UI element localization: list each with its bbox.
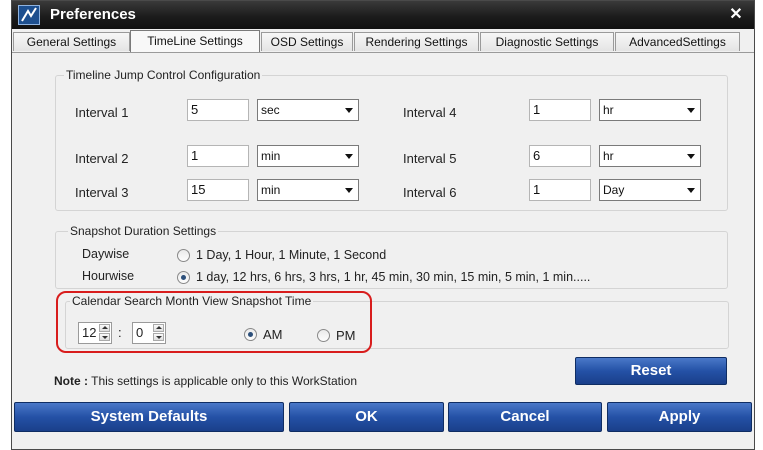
tab-rendering-settings[interactable]: Rendering Settings [354,32,479,51]
daywise-radio-button[interactable] [177,248,190,262]
hourwise-option-text: 1 day, 12 hrs, 6 hrs, 3 hrs, 1 hr, 45 mi… [196,270,591,284]
interval-1-label: Interval 1 [75,105,129,120]
chevron-down-icon [687,154,695,159]
jump-control-legend: Timeline Jump Control Configuration [64,68,263,82]
system-defaults-button[interactable]: System Defaults [14,402,284,432]
interval-5-unit-value: hr [603,149,614,163]
hourwise-radio-button[interactable] [177,270,190,284]
title-bar[interactable]: Preferences ✕ [12,1,754,29]
ok-button[interactable]: OK [289,402,444,432]
chevron-down-icon [687,108,695,113]
tab-advanced-settings[interactable]: AdvancedSettings [615,32,740,51]
chevron-down-icon [345,108,353,113]
daywise-label: Daywise [82,247,130,261]
workstation-note: Note : This settings is applicable only … [54,374,357,388]
tab-general-settings[interactable]: General Settings [13,32,130,51]
interval-1-value-input[interactable]: 5 [187,99,249,121]
interval-4-value-input[interactable]: 1 [529,99,591,121]
interval-3-unit-value: min [261,183,281,197]
tab-diagnostic-settings[interactable]: Diagnostic Settings [480,32,614,51]
app-logo-icon [18,5,40,25]
tab-osd-settings[interactable]: OSD Settings [261,32,353,51]
interval-4-unit-select[interactable]: hr [599,99,701,121]
interval-1-unit-value: sec [261,103,280,117]
footer-bar: System Defaults OK Cancel Apply [12,394,754,449]
snapshot-duration-legend: Snapshot Duration Settings [68,224,219,238]
interval-3-unit-select[interactable]: min [257,179,359,201]
interval-5-value-input[interactable]: 6 [529,145,591,167]
reset-button[interactable]: Reset [575,357,727,385]
close-icon[interactable]: ✕ [725,5,747,25]
tab-timeline-settings[interactable]: TimeLine Settings [130,30,260,52]
interval-6-value-input[interactable]: 1 [529,179,591,201]
interval-6-label: Interval 6 [403,185,457,200]
tab-strip: General Settings TimeLine Settings OSD S… [12,30,754,52]
preferences-window: Preferences ✕ General Settings TimeLine … [11,0,755,450]
chevron-down-icon [345,188,353,193]
interval-6-unit-select[interactable]: Day [599,179,701,201]
apply-button[interactable]: Apply [607,402,752,432]
interval-2-unit-select[interactable]: min [257,145,359,167]
interval-5-label: Interval 5 [403,151,457,166]
hourwise-label: Hourwise [82,269,135,283]
interval-2-value-input[interactable]: 1 [187,145,249,167]
interval-1-unit-select[interactable]: sec [257,99,359,121]
cancel-button[interactable]: Cancel [448,402,602,432]
interval-6-unit-value: Day [603,183,625,197]
hourwise-radio[interactable]: 1 day, 12 hrs, 6 hrs, 3 hrs, 1 hr, 45 mi… [177,269,590,285]
interval-4-label: Interval 4 [403,105,457,120]
daywise-radio[interactable]: 1 Day, 1 Hour, 1 Minute, 1 Second [177,247,386,263]
note-prefix: Note : [54,374,88,388]
daywise-option-text: 1 Day, 1 Hour, 1 Minute, 1 Second [196,248,387,262]
interval-3-label: Interval 3 [75,185,129,200]
chevron-down-icon [345,154,353,159]
interval-4-unit-value: hr [603,103,614,117]
chevron-down-icon [687,188,695,193]
note-text: This settings is applicable only to this… [88,374,358,388]
interval-3-value-input[interactable]: 15 [187,179,249,201]
interval-2-label: Interval 2 [75,151,129,166]
interval-2-unit-value: min [261,149,281,163]
window-title: Preferences [50,6,136,23]
highlight-annotation [56,291,372,353]
interval-5-unit-select[interactable]: hr [599,145,701,167]
